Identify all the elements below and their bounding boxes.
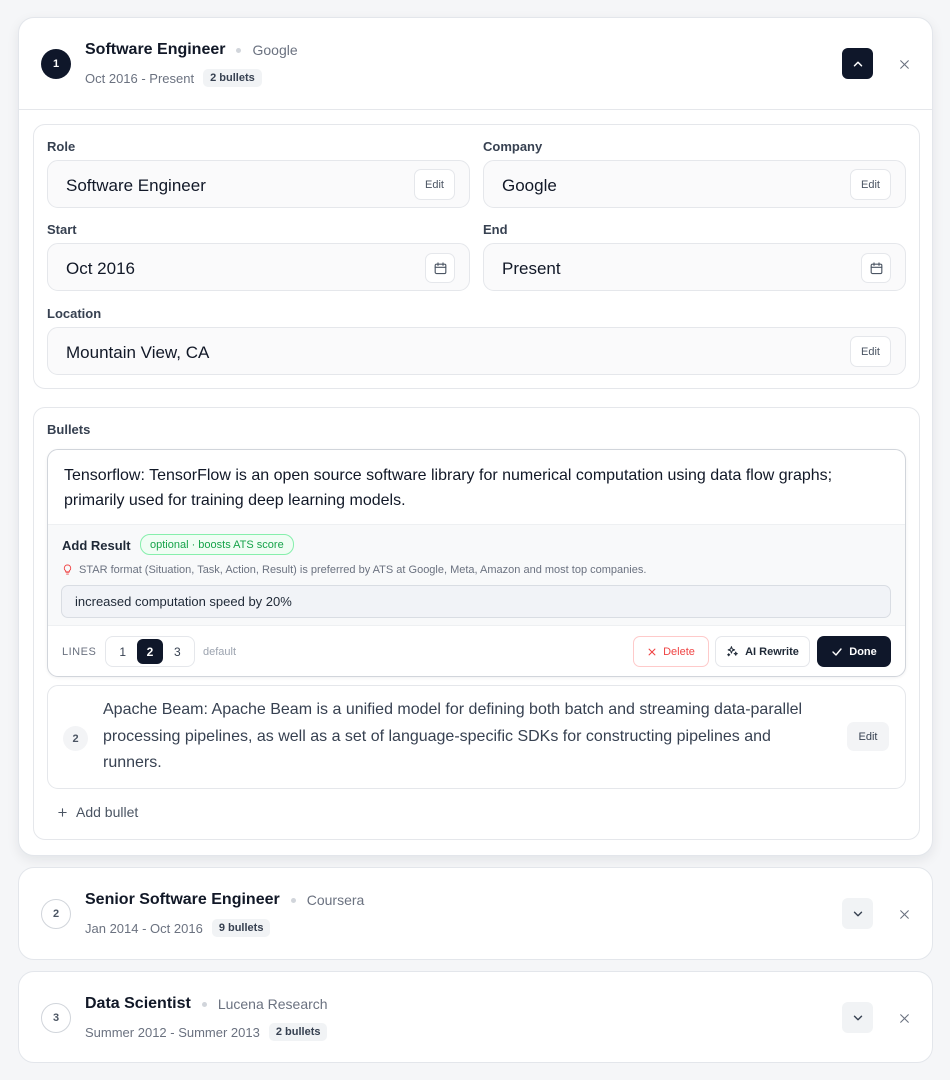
bullet-number-badge: 2 [63,726,88,751]
close-icon [899,1013,909,1023]
entry-role: Data Scientist [85,995,191,1012]
lines-label: LINES [62,646,97,658]
sparkle-icon [727,646,738,657]
bullet-text: Apache Beam: Apache Beam is a unified mo… [103,701,803,771]
company-field[interactable]: Google Edit [483,160,906,208]
entry-company: Google [252,42,298,58]
expand-button[interactable] [842,1002,873,1033]
entry-title-row: Senior Software Engineer Coursera [85,891,364,909]
remove-entry-button[interactable] [895,905,913,923]
close-icon [899,909,909,919]
end-date-field[interactable]: Present [483,243,906,291]
company-value: Google [502,176,557,195]
calendar-icon [870,261,882,274]
remove-entry-button[interactable] [895,55,913,73]
chevron-up-icon [853,60,862,67]
optional-ats-badge: optional · boosts ATS score [140,534,294,555]
bullet-text-editor[interactable]: Tensorflow: TensorFlow is an open source… [64,463,884,513]
remove-entry-button[interactable] [895,1009,913,1027]
company-label: Company [483,139,543,154]
lightbulb-icon [63,564,72,575]
entry-title-row: Software Engineer Google [85,41,298,59]
chevron-down-icon [853,1015,862,1020]
location-field[interactable]: Mountain View, CA Edit [47,327,906,375]
bullet-controls: LINES 1 2 3 default Delete AI Rewrite Do… [48,625,905,676]
experience-card-header[interactable]: 1 Software Engineer Google Oct 2016 - Pr… [19,18,932,110]
experience-card-3: 3 Data Scientist Lucena Research Summer … [18,971,933,1063]
done-button[interactable]: Done [817,636,891,667]
x-icon [648,648,656,655]
experience-card-1: 1 Software Engineer Google Oct 2016 - Pr… [18,17,933,856]
lines-selector: 1 2 3 [105,636,195,667]
start-date-field[interactable]: Oct 2016 [47,243,470,291]
start-date-picker-button[interactable] [425,253,455,283]
separator-dot [236,47,242,53]
bullet-item-2[interactable]: 2 Apache Beam: Apache Beam is a unified … [47,685,906,789]
bullets-panel: Bullets Tensorflow: TensorFlow is an ope… [33,407,920,840]
bullet-count-badge: 2 bullets [203,69,262,87]
role-label: Role [47,139,76,154]
active-bullet-editor: Tensorflow: TensorFlow is an open source… [47,449,906,677]
add-bullet-button[interactable]: Add bullet [57,804,138,820]
role-value: Software Engineer [66,176,206,195]
details-panel: Role Software Engineer Edit Company Goog… [33,124,920,389]
ai-rewrite-button[interactable]: AI Rewrite [715,636,810,667]
collapse-button[interactable] [842,48,873,79]
check-icon [832,647,842,656]
separator-dot [201,1001,207,1007]
experience-card-header[interactable]: 2 Senior Software Engineer Coursera Jan … [19,868,932,960]
entry-number-badge: 3 [41,1003,71,1033]
entry-number-badge: 2 [41,899,71,929]
plus-icon [58,807,67,817]
bullets-section-label: Bullets [47,422,91,437]
star-hint: STAR format (Situation, Task, Action, Re… [62,563,646,576]
delete-bullet-button[interactable]: Delete [633,636,709,667]
calendar-icon [434,261,446,274]
star-hint-text: STAR format (Situation, Task, Action, Re… [79,563,647,576]
location-label: Location [47,306,102,321]
entry-meta-row: Summer 2012 - Summer 2013 2 bullets [85,1023,328,1041]
entry-meta-row: Jan 2014 - Oct 2016 9 bullets [85,919,271,937]
role-field[interactable]: Software Engineer Edit [47,160,470,208]
lines-option-3[interactable]: 3 [164,639,190,664]
start-value: Oct 2016 [66,259,135,278]
entry-meta-row: Oct 2016 - Present 2 bullets [85,69,262,87]
entry-company: Lucena Research [217,996,328,1012]
start-label: Start [47,222,77,237]
close-icon [899,59,909,69]
entry-dates: Jan 2014 - Oct 2016 [85,920,203,936]
add-result-section: Add Result optional · boosts ATS score S… [48,524,905,625]
edit-company-button[interactable]: Edit [850,169,891,200]
entry-title-row: Data Scientist Lucena Research [85,995,328,1013]
experience-card-header[interactable]: 3 Data Scientist Lucena Research Summer … [19,972,932,1064]
separator-dot [290,897,296,903]
edit-bullet-button[interactable]: Edit [847,722,889,751]
entry-dates: Oct 2016 - Present [85,70,195,86]
entry-company: Coursera [306,892,365,908]
delete-label: Delete [663,645,695,658]
lines-option-2[interactable]: 2 [136,639,163,664]
entry-role: Software Engineer [85,41,226,58]
entry-dates: Summer 2012 - Summer 2013 [85,1024,260,1040]
location-value: Mountain View, CA [66,343,210,362]
add-bullet-label: Add bullet [76,804,139,820]
lines-option-1[interactable]: 1 [110,639,136,664]
ai-rewrite-label: AI Rewrite [745,645,799,658]
bullet-count-badge: 2 bullets [268,1023,328,1041]
result-input[interactable]: increased computation speed by 20% [61,585,891,618]
bullet-count-badge: 9 bullets [211,919,271,937]
entry-number-badge: 1 [41,49,71,79]
end-date-picker-button[interactable] [861,253,891,283]
experience-card-2: 2 Senior Software Engineer Coursera Jan … [18,867,933,960]
chevron-down-icon [853,911,862,916]
expand-button[interactable] [842,898,873,929]
end-label: End [483,222,508,237]
add-result-label: Add Result [62,538,131,553]
entry-role: Senior Software Engineer [85,891,280,908]
edit-location-button[interactable]: Edit [850,336,891,367]
default-label: default [203,646,237,658]
edit-role-button[interactable]: Edit [414,169,455,200]
end-value: Present [502,259,561,278]
done-label: Done [849,645,877,658]
